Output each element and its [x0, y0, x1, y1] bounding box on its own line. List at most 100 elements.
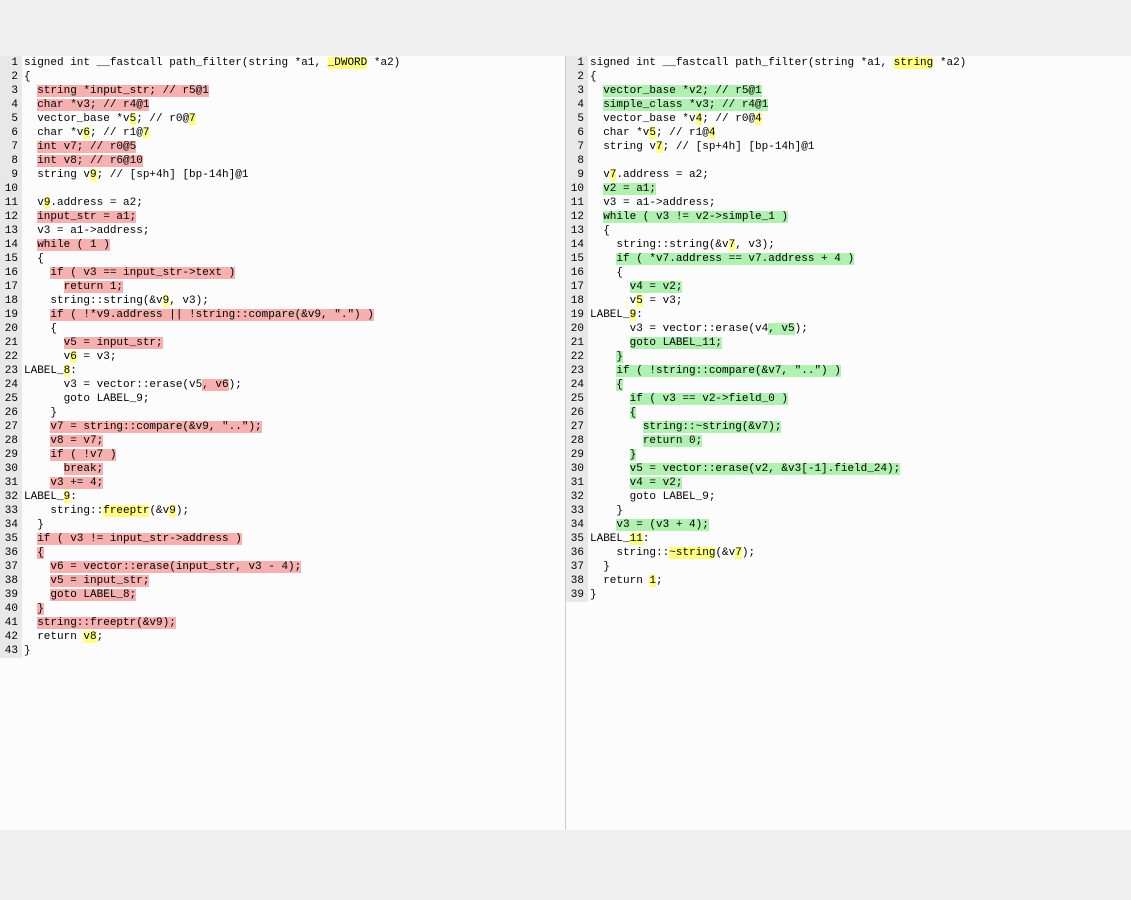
left-row[interactable]: 27 v7 = string::compare(&v9, ".."); [0, 420, 565, 434]
code-line[interactable]: string::string(&v7, v3); [588, 238, 1131, 252]
code-line[interactable]: goto LABEL_9; [588, 490, 1131, 504]
code-line[interactable]: v7.address = a2; [588, 168, 1131, 182]
right-row[interactable]: 27 string::~string(&v7); [566, 420, 1131, 434]
code-line[interactable]: } [588, 350, 1131, 364]
left-row[interactable]: 28 v8 = v7; [0, 434, 565, 448]
right-row[interactable]: 9 v7.address = a2; [566, 168, 1131, 182]
code-line[interactable]: char *v5; // r1@4 [588, 126, 1131, 140]
code-line[interactable]: if ( *v7.address == v7.address + 4 ) [588, 252, 1131, 266]
right-row[interactable]: 24 { [566, 378, 1131, 392]
code-line[interactable]: LABEL_9: [588, 308, 1131, 322]
right-row[interactable]: 19LABEL_9: [566, 308, 1131, 322]
left-row[interactable]: 13 v3 = a1->address; [0, 224, 565, 238]
code-line[interactable]: v3 = (v3 + 4); [588, 518, 1131, 532]
code-line[interactable]: } [22, 518, 565, 532]
code-line[interactable]: { [588, 70, 1131, 84]
left-row[interactable]: 43} [0, 644, 565, 658]
code-line[interactable]: goto LABEL_9; [22, 392, 565, 406]
right-row[interactable]: 35LABEL_11: [566, 532, 1131, 546]
right-row[interactable]: 29 } [566, 448, 1131, 462]
code-line[interactable]: string::~string(&v7); [588, 420, 1131, 434]
left-row[interactable]: 10 [0, 182, 565, 196]
left-row[interactable]: 8 int v8; // r6@10 [0, 154, 565, 168]
right-row[interactable]: 10 v2 = a1; [566, 182, 1131, 196]
left-row[interactable]: 25 goto LABEL_9; [0, 392, 565, 406]
right-row[interactable]: 14 string::string(&v7, v3); [566, 238, 1131, 252]
code-line[interactable]: if ( !*v9.address || !string::compare(&v… [22, 308, 565, 322]
code-line[interactable]: { [588, 378, 1131, 392]
code-line[interactable]: if ( !string::compare(&v7, "..") ) [588, 364, 1131, 378]
left-row[interactable]: 35 if ( v3 != input_str->address ) [0, 532, 565, 546]
code-line[interactable]: v3 = vector::erase(v4, v5); [588, 322, 1131, 336]
right-row[interactable]: 13 { [566, 224, 1131, 238]
right-row[interactable]: 38 return 1; [566, 574, 1131, 588]
left-row[interactable]: 33 string::freeptr(&v9); [0, 504, 565, 518]
right-row[interactable]: 30 v5 = vector::erase(v2, &v3[-1].field_… [566, 462, 1131, 476]
left-row[interactable]: 1signed int __fastcall path_filter(strin… [0, 56, 565, 70]
left-row[interactable]: 7 int v7; // r0@5 [0, 140, 565, 154]
left-row[interactable]: 17 return 1; [0, 280, 565, 294]
right-row[interactable]: 4 simple_class *v3; // r4@1 [566, 98, 1131, 112]
right-row[interactable]: 11 v3 = a1->address; [566, 196, 1131, 210]
right-row[interactable]: 8 [566, 154, 1131, 168]
code-line[interactable]: } [22, 644, 565, 658]
code-line[interactable]: string *input_str; // r5@1 [22, 84, 565, 98]
right-row[interactable]: 3 vector_base *v2; // r5@1 [566, 84, 1131, 98]
left-row[interactable]: 23LABEL_8: [0, 364, 565, 378]
code-line[interactable]: v6 = vector::erase(input_str, v3 - 4); [22, 560, 565, 574]
code-line[interactable]: char *v3; // r4@1 [22, 98, 565, 112]
code-line[interactable]: v4 = v2; [588, 280, 1131, 294]
left-row[interactable]: 9 string v9; // [sp+4h] [bp-14h]@1 [0, 168, 565, 182]
code-line[interactable]: { [588, 266, 1131, 280]
code-line[interactable]: v5 = input_str; [22, 574, 565, 588]
left-row[interactable]: 19 if ( !*v9.address || !string::compare… [0, 308, 565, 322]
code-line[interactable]: v3 = vector::erase(v5, v6); [22, 378, 565, 392]
code-line[interactable]: { [22, 322, 565, 336]
left-row[interactable]: 5 vector_base *v5; // r0@7 [0, 112, 565, 126]
code-line[interactable]: v3 = a1->address; [588, 196, 1131, 210]
left-row[interactable]: 15 { [0, 252, 565, 266]
right-row[interactable]: 18 v5 = v3; [566, 294, 1131, 308]
code-line[interactable]: vector_base *v2; // r5@1 [588, 84, 1131, 98]
right-row[interactable]: 26 { [566, 406, 1131, 420]
code-line[interactable]: goto LABEL_11; [588, 336, 1131, 350]
left-pane[interactable]: 1signed int __fastcall path_filter(strin… [0, 56, 566, 830]
code-line[interactable]: if ( v3 != input_str->address ) [22, 532, 565, 546]
right-row[interactable]: 39} [566, 588, 1131, 602]
left-row[interactable]: 6 char *v6; // r1@7 [0, 126, 565, 140]
code-line[interactable]: LABEL_9: [22, 490, 565, 504]
right-row[interactable]: 2{ [566, 70, 1131, 84]
right-row[interactable]: 31 v4 = v2; [566, 476, 1131, 490]
right-row[interactable]: 5 vector_base *v4; // r0@4 [566, 112, 1131, 126]
left-row[interactable]: 22 v6 = v3; [0, 350, 565, 364]
code-line[interactable]: string v7; // [sp+4h] [bp-14h]@1 [588, 140, 1131, 154]
right-row[interactable]: 1signed int __fastcall path_filter(strin… [566, 56, 1131, 70]
left-row[interactable]: 18 string::string(&v9, v3); [0, 294, 565, 308]
code-line[interactable]: v6 = v3; [22, 350, 565, 364]
code-line[interactable]: } [588, 560, 1131, 574]
code-line[interactable]: v9.address = a2; [22, 196, 565, 210]
code-line[interactable]: signed int __fastcall path_filter(string… [22, 56, 565, 70]
right-row[interactable]: 15 if ( *v7.address == v7.address + 4 ) [566, 252, 1131, 266]
left-row[interactable]: 26 } [0, 406, 565, 420]
code-line[interactable]: v3 = a1->address; [22, 224, 565, 238]
code-line[interactable]: } [22, 602, 565, 616]
code-line[interactable]: int v7; // r0@5 [22, 140, 565, 154]
right-row[interactable]: 37 } [566, 560, 1131, 574]
right-row[interactable]: 32 goto LABEL_9; [566, 490, 1131, 504]
right-pane[interactable]: 1signed int __fastcall path_filter(strin… [566, 56, 1131, 830]
code-line[interactable]: vector_base *v5; // r0@7 [22, 112, 565, 126]
code-line[interactable]: v2 = a1; [588, 182, 1131, 196]
code-line[interactable]: return 1; [22, 280, 565, 294]
left-row[interactable]: 36 { [0, 546, 565, 560]
right-row[interactable]: 17 v4 = v2; [566, 280, 1131, 294]
code-line[interactable]: v5 = v3; [588, 294, 1131, 308]
left-row[interactable]: 21 v5 = input_str; [0, 336, 565, 350]
right-row[interactable]: 16 { [566, 266, 1131, 280]
left-row[interactable]: 12 input_str = a1; [0, 210, 565, 224]
left-row[interactable]: 2{ [0, 70, 565, 84]
code-line[interactable]: goto LABEL_8; [22, 588, 565, 602]
code-line[interactable]: char *v6; // r1@7 [22, 126, 565, 140]
right-row[interactable]: 20 v3 = vector::erase(v4, v5); [566, 322, 1131, 336]
left-row[interactable]: 29 if ( !v7 ) [0, 448, 565, 462]
